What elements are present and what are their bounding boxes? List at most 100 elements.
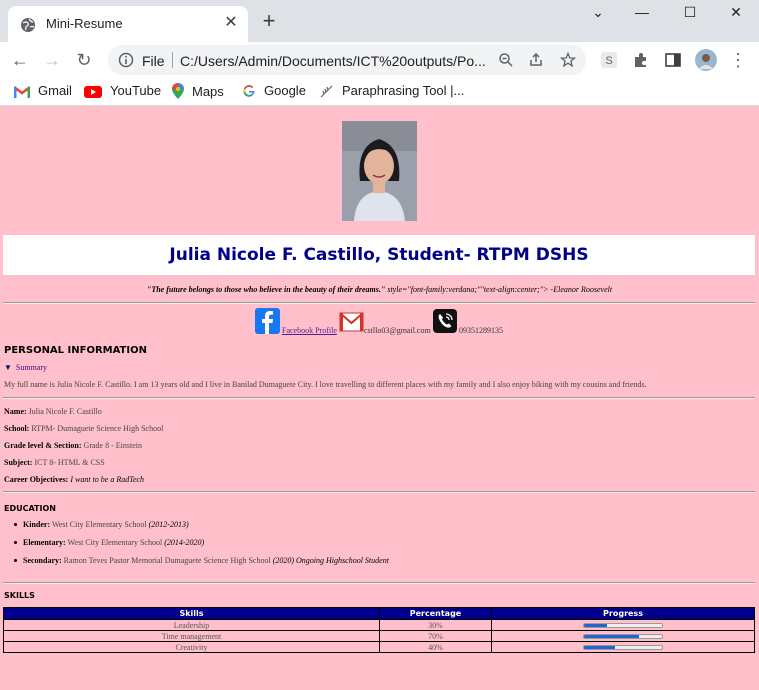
page-title: Julia Nicole F. Castillo, Student- RTPM … — [169, 245, 589, 265]
svg-text:S: S — [605, 55, 612, 67]
bookmark-google[interactable]: Google — [242, 83, 306, 101]
divider — [3, 491, 755, 493]
progress-cell — [491, 619, 755, 631]
portrait-image — [342, 121, 417, 221]
field-value: Grade 8 - Einstein — [81, 441, 142, 450]
table-header-row: Skills Percentage Progress — [3, 607, 755, 620]
education-years: (2014-2020) — [164, 538, 205, 547]
bookmark-label: Gmail — [38, 83, 72, 98]
education-item: Kinder: West City Elementary School (201… — [14, 520, 189, 529]
progress-fill — [584, 624, 608, 628]
address-scheme: File — [142, 53, 165, 69]
bookmark-label: Maps — [192, 84, 224, 99]
skill-name: Creativity — [3, 641, 380, 653]
bookmark-gmail[interactable]: Gmail — [13, 83, 72, 101]
progress-bar — [583, 634, 663, 640]
bookmark-maps[interactable]: Maps — [172, 83, 224, 101]
reload-button[interactable]: ↻ — [72, 48, 96, 72]
facebook-icon[interactable] — [255, 308, 280, 334]
browser-tab[interactable]: Mini-Resume ✕ — [8, 6, 248, 42]
phone-number: 09351289135 — [459, 326, 503, 335]
address-url[interactable]: C:/Users/Admin/Documents/ICT%20outputs/P… — [180, 53, 490, 69]
field-grade: Grade level & Section: Grade 8 - Einstei… — [4, 441, 142, 450]
education-school: West City Elementary School — [65, 538, 165, 547]
bookmark-label: Google — [264, 83, 306, 98]
facebook-profile-link[interactable]: Facebook Profile — [282, 326, 337, 335]
progress-bar — [583, 623, 663, 629]
skills-table: Skills Percentage Progress Leadership 30… — [3, 607, 755, 653]
name-banner: Julia Nicole F. Castillo, Student- RTPM … — [3, 235, 755, 275]
avatar[interactable] — [695, 49, 717, 71]
education-label: Secondary: — [23, 556, 62, 565]
education-heading: EDUCATION — [4, 504, 56, 513]
share-icon[interactable] — [528, 52, 544, 68]
menu-icon[interactable]: ⋮ — [726, 48, 750, 72]
education-item: Secondary: Ramon Teves Pastor Memorial D… — [14, 556, 389, 565]
progress-fill — [584, 635, 639, 639]
chevron-down-icon[interactable]: ⌄ — [586, 4, 610, 22]
back-button[interactable]: ← — [8, 48, 32, 72]
info-icon[interactable] — [118, 52, 134, 68]
divider — [3, 302, 755, 304]
education-years: (2020) Ongoing Highschool Student — [272, 556, 389, 565]
address-separator — [172, 52, 173, 68]
contact-row: Facebook Profile cstllo03@gmail.com 0935… — [0, 308, 759, 338]
maximize-button[interactable]: ☐ — [678, 4, 702, 22]
quote-text: "The future belongs to those who believe… — [146, 285, 386, 294]
table-row: Creativity 40% — [3, 641, 755, 653]
extension-s-icon[interactable]: S — [600, 51, 618, 69]
field-school: School: RTPM- Dumaguete Science High Sch… — [4, 424, 163, 433]
field-career: Career Objectives: I want to be a RadTec… — [4, 475, 144, 484]
divider — [3, 582, 755, 584]
puzzle-icon[interactable] — [632, 51, 650, 69]
bullet — [14, 559, 17, 562]
google-icon — [243, 85, 255, 97]
bookmark-youtube[interactable]: YouTube — [84, 83, 161, 101]
skills-heading: SKILLS — [4, 591, 35, 600]
summary-label: Summary — [15, 363, 48, 372]
gmail-icon — [13, 86, 31, 98]
field-value: I want to be a RadTech — [68, 475, 145, 484]
zoom-icon[interactable] — [498, 52, 514, 68]
bio-text: My full name is Julia Nicole F. Castillo… — [4, 380, 647, 389]
table-row: Time management 70% — [3, 630, 755, 642]
column-header: Percentage — [379, 607, 492, 620]
progress-cell — [491, 641, 755, 653]
progress-cell — [491, 630, 755, 642]
education-label: Elementary: — [23, 538, 66, 547]
skill-percentage: 30% — [379, 619, 492, 631]
bookmark-label: Paraphrasing Tool |... — [342, 83, 465, 98]
close-window-button[interactable]: ✕ — [724, 4, 748, 22]
address-bar[interactable]: File C:/Users/Admin/Documents/ICT%20outp… — [108, 45, 586, 75]
bookmark-paraphrasing-tool[interactable]: Paraphrasing Tool |... — [320, 83, 464, 101]
field-value: RTPM- Dumaguete Science High School — [29, 424, 164, 433]
side-panel-icon[interactable] — [664, 51, 682, 69]
field-label: School: — [4, 424, 30, 433]
new-tab-button[interactable]: + — [258, 10, 280, 32]
skill-percentage: 40% — [379, 641, 492, 653]
divider — [3, 397, 755, 399]
tab-strip: Mini-Resume ✕ + ⌄ — ☐ ✕ — [0, 0, 759, 42]
skill-name: Leadership — [3, 619, 380, 631]
bookmarks-bar: Gmail YouTube Maps Google Paraphrasing T… — [0, 78, 759, 106]
progress-bar — [583, 645, 663, 651]
education-school: Ramon Teves Pastor Memorial Dumaguete Sc… — [61, 556, 273, 565]
youtube-icon — [84, 86, 102, 98]
education-item: Elementary: West City Elementary School … — [14, 538, 204, 547]
minimize-button[interactable]: — — [630, 4, 654, 22]
close-tab-icon[interactable]: ✕ — [222, 14, 240, 32]
bullet — [14, 523, 17, 526]
skill-percentage: 70% — [379, 630, 492, 642]
summary-toggle[interactable]: ▼ Summary — [4, 363, 47, 372]
column-header: Progress — [491, 607, 755, 620]
field-subject: Subject: ICT 8- HTML & CSS — [4, 458, 105, 467]
personal-info-heading: PERSONAL INFORMATION — [4, 345, 147, 356]
disclosure-triangle-icon[interactable]: ▼ — [4, 363, 12, 372]
star-icon[interactable] — [560, 52, 576, 68]
quote: "The future belongs to those who believe… — [0, 285, 759, 294]
column-header: Skills — [3, 607, 380, 620]
forward-button[interactable]: → — [40, 48, 64, 72]
table-row: Leadership 30% — [3, 619, 755, 631]
profile-photo — [342, 121, 417, 221]
bookmark-label: YouTube — [110, 83, 162, 98]
